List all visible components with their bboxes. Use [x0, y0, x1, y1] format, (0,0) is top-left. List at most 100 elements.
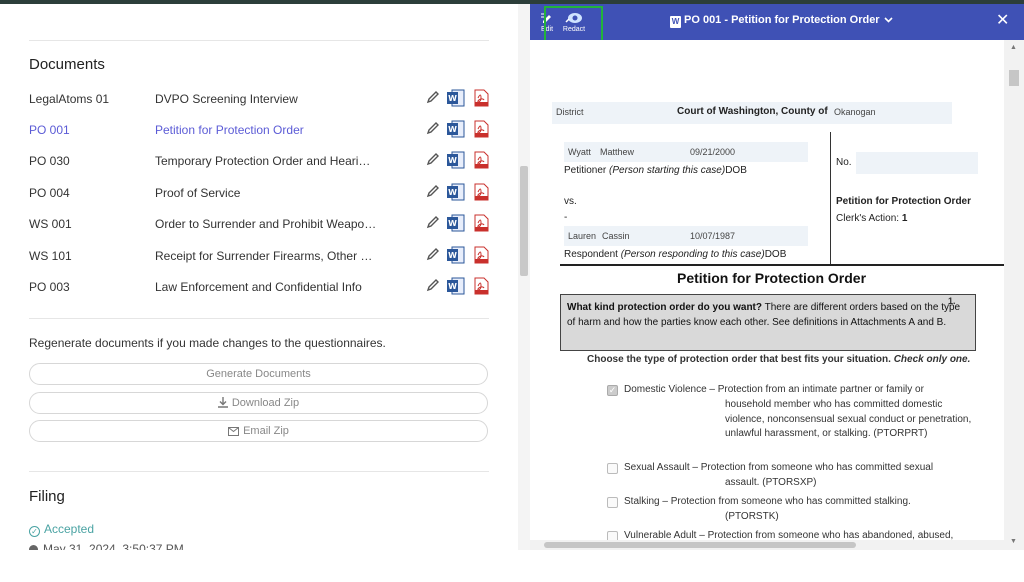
svg-text:W: W	[448, 219, 457, 228]
viewer-vertical-scrollbar[interactable]: ▲ ▼	[1004, 40, 1024, 550]
svg-text:W: W	[448, 156, 457, 165]
download-zip-button[interactable]: Download Zip	[29, 392, 488, 414]
pdf-document-icon[interactable]	[473, 183, 489, 201]
svg-text:W: W	[448, 94, 457, 103]
document-row[interactable]: PO 030 Temporary Protection Order and He…	[29, 151, 489, 173]
clerks-action-label: Clerk's Action:	[836, 213, 902, 224]
document-title[interactable]: Proof of Service	[155, 186, 377, 200]
option-continuation: assault. (PTORSXP)	[725, 477, 817, 488]
county-value[interactable]: Okanogan	[834, 107, 876, 117]
scrollbar-thumb[interactable]	[1009, 70, 1019, 86]
download-icon	[217, 395, 228, 415]
document-code: PO 030	[29, 154, 70, 168]
word-document-icon[interactable]: W	[447, 214, 465, 232]
document-title[interactable]: Petition for Protection Order	[155, 123, 377, 137]
case-number-label: No.	[836, 157, 852, 168]
respondent-first-name: Lauren	[568, 231, 597, 241]
document-code: WS 001	[29, 217, 72, 231]
option-line: Domestic Violence – Protection from an i…	[624, 384, 924, 395]
word-document-icon[interactable]: W	[447, 277, 465, 295]
pdf-document-icon[interactable]	[473, 120, 489, 138]
filing-timestamp: May 31, 2024, 3:50:37 PM	[29, 542, 184, 550]
scroll-down-arrow-icon[interactable]: ▼	[1010, 538, 1017, 545]
document-row[interactable]: LegalAtoms 01 DVPO Screening Interview W	[29, 89, 489, 111]
clerks-action: Clerk's Action: 1	[836, 213, 907, 224]
word-document-icon[interactable]: W	[447, 246, 465, 264]
document-code: PO 003	[29, 280, 70, 294]
word-document-icon[interactable]: W	[447, 151, 465, 169]
document-title[interactable]: Order to Surrender and Prohibit Weapons.…	[155, 217, 377, 231]
email-zip-button[interactable]: Email Zip	[29, 420, 488, 442]
respondent-field[interactable]	[564, 226, 808, 246]
pdf-document-icon[interactable]	[473, 89, 489, 107]
svg-text:W: W	[448, 251, 457, 260]
filing-timestamp-label: May 31, 2024, 3:50:37 PM	[43, 542, 184, 550]
pdf-document-icon[interactable]	[473, 246, 489, 264]
document-title-dropdown[interactable]: W PO 001 - Petition for Protection Order	[670, 14, 893, 28]
edit-pencil-icon[interactable]	[425, 246, 441, 264]
edit-pencil-icon[interactable]	[425, 277, 441, 295]
checkbox[interactable]	[607, 497, 618, 508]
choose-italic: Check only one.	[893, 354, 971, 365]
document-title[interactable]: Law Enforcement and Confidential Info	[155, 280, 377, 294]
document-row-active[interactable]: PO 001 Petition for Protection Order W	[29, 120, 489, 142]
respondent-caption: Respondent (Person responding to this ca…	[564, 249, 786, 260]
checkbox[interactable]	[607, 463, 618, 474]
option-continuation: household member who has committed domes…	[725, 399, 972, 439]
divider	[29, 471, 489, 472]
caption-bottom-rule	[560, 264, 1004, 266]
pdf-document-icon[interactable]	[473, 151, 489, 169]
edit-pencil-icon[interactable]	[425, 120, 441, 138]
pdf-document-icon[interactable]	[473, 214, 489, 232]
dob-label: DOB	[725, 165, 747, 176]
document-code: LegalAtoms 01	[29, 92, 110, 106]
question-number: 1.	[948, 296, 956, 306]
viewer-title: PO 001 - Petition for Protection Order	[684, 14, 880, 26]
viewer-toolbar: Edit Redact W PO 001 - Petition for Prote…	[530, 4, 1024, 40]
email-zip-label: Email Zip	[243, 425, 289, 437]
check-circle-icon: ✓	[29, 526, 40, 537]
regenerate-hint: Regenerate documents if you made changes…	[29, 336, 386, 350]
document-row[interactable]: PO 004 Proof of Service W	[29, 183, 489, 205]
filing-status-label: Accepted	[44, 522, 95, 536]
document-row[interactable]: WS 001 Order to Surrender and Prohibit W…	[29, 214, 489, 236]
form-main-title: Petition for Protection Order	[677, 270, 867, 286]
svg-text:W: W	[448, 188, 457, 197]
divider	[29, 40, 489, 41]
edit-pencil-icon[interactable]	[425, 151, 441, 169]
filing-heading: Filing	[29, 488, 65, 505]
scrollbar-thumb[interactable]	[544, 542, 856, 548]
document-title[interactable]: Receipt for Surrender Firearms, Other Da…	[155, 249, 377, 263]
edit-pencil-icon[interactable]	[425, 214, 441, 232]
filing-status: ✓ Accepted	[29, 522, 94, 537]
petitioner-prefix: Petitioner	[564, 165, 610, 176]
document-row[interactable]: WS 101 Receipt for Surrender Firearms, O…	[29, 246, 489, 268]
generate-documents-button[interactable]: Generate Documents	[29, 363, 488, 385]
document-title[interactable]: DVPO Screening Interview	[155, 92, 377, 106]
divider	[29, 318, 489, 319]
document-title[interactable]: Temporary Protection Order and Hearing .…	[155, 154, 377, 168]
respondent-dob: 10/07/1987	[690, 231, 736, 241]
word-document-icon[interactable]: W	[447, 120, 465, 138]
caption-divider	[830, 132, 831, 264]
close-icon[interactable]: ✕	[996, 12, 1009, 30]
word-document-icon[interactable]: W	[447, 183, 465, 201]
pdf-document-icon[interactable]	[473, 277, 489, 295]
viewer-horizontal-scrollbar[interactable]	[530, 540, 1004, 550]
case-number-field[interactable]	[856, 152, 978, 174]
document-row[interactable]: PO 003 Law Enforcement and Confidential …	[29, 277, 489, 299]
option-continuation: (PTORSTK)	[725, 511, 779, 522]
document-code: PO 004	[29, 186, 70, 200]
left-scrollbar[interactable]	[518, 4, 530, 550]
edit-pencil-icon[interactable]	[425, 89, 441, 107]
document-code: PO 001	[29, 123, 70, 137]
form-title-right: Petition for Protection Order	[836, 196, 972, 207]
dob-label: DOB	[764, 249, 787, 260]
checkbox-checked[interactable]: ✓	[607, 385, 618, 396]
edit-pencil-icon[interactable]	[425, 183, 441, 201]
respondent-last-name: Cassin	[602, 231, 630, 241]
question-box: What kind protection order do you want? …	[560, 294, 976, 351]
word-document-icon[interactable]: W	[447, 89, 465, 107]
scrollbar-thumb[interactable]	[520, 166, 528, 276]
scroll-up-arrow-icon[interactable]: ▲	[1010, 44, 1017, 51]
